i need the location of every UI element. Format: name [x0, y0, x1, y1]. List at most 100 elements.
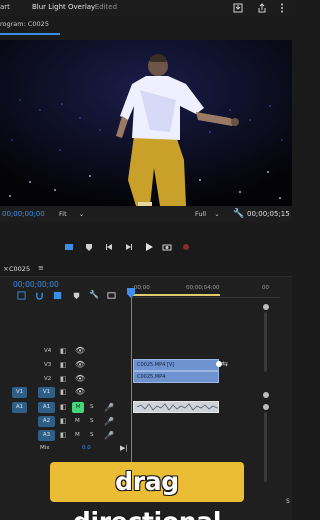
camera-icon[interactable] [162, 242, 172, 252]
project-title: Blur Light Overlay [32, 3, 96, 11]
eye-icon[interactable]: 👁 [75, 387, 85, 396]
solo-button[interactable]: S [90, 432, 94, 438]
track-row-mix: Mix 0.0 ▶| [0, 443, 128, 455]
ruler-tick: 00 [262, 285, 269, 291]
zoom-fit-value: Fit [59, 210, 67, 218]
wrench-icon[interactable]: 🔧 [89, 290, 99, 299]
more-vertical-icon[interactable] [276, 2, 288, 14]
vertical-scrollbar[interactable] [264, 312, 267, 372]
sync-lock-icon[interactable]: ◧ [60, 417, 67, 425]
sync-lock-icon[interactable]: ◧ [60, 403, 67, 411]
trim-cursor-icon: ⇆ [222, 360, 228, 368]
mix-value[interactable]: 0.0 [82, 445, 91, 451]
program-video-frame[interactable] [0, 40, 292, 206]
menu-icon[interactable]: ≡ [38, 264, 44, 272]
duration-timecode: 00;00;05;15 [247, 210, 290, 218]
scroll-knob[interactable] [263, 392, 269, 398]
chevron-down-icon: ⌄ [78, 210, 85, 218]
program-monitor-tab[interactable]: rogram: C0025 [0, 20, 49, 32]
linked-selection-icon[interactable] [53, 291, 62, 300]
step-forward-icon[interactable] [124, 242, 134, 252]
track-label[interactable]: V2 [44, 376, 51, 382]
right-edge-letter: S [286, 498, 290, 505]
track-row-v4: V4 ◧ 👁 [0, 346, 128, 358]
source-patch-v1[interactable]: V1 [12, 387, 27, 398]
solo-button[interactable]: S [90, 418, 94, 424]
audio-waveform [136, 403, 218, 411]
film-icon[interactable]: ◧ [60, 347, 67, 355]
go-to-end-icon[interactable]: ▶| [120, 444, 128, 452]
track-label[interactable]: A3 [38, 430, 55, 441]
track-row-v1: V1 V1 ◧ 👁 [0, 387, 128, 399]
video-clip[interactable]: C0025.MP4 [133, 371, 219, 383]
mute-button[interactable]: M [75, 418, 80, 424]
step-back-icon[interactable] [104, 242, 114, 252]
magnet-icon[interactable] [35, 291, 44, 300]
quality-value: Full [195, 210, 207, 218]
sync-lock-icon[interactable]: ◧ [60, 431, 67, 439]
scroll-knob[interactable] [263, 404, 269, 410]
source-patch-a1[interactable]: A1 [12, 402, 27, 413]
timeline-timecode[interactable]: 00;00;00;00 [13, 280, 59, 289]
clip-label: C0025.MP4 [137, 374, 166, 380]
caption-overlay: drag directional [50, 462, 244, 520]
eye-icon[interactable]: 👁 [75, 346, 85, 355]
current-timecode[interactable]: 00;00;00;00 [2, 210, 45, 218]
wrench-icon[interactable]: 🔧 [233, 209, 244, 219]
track-row-a1: A1 A1 ◧ M S 🎤 [0, 402, 128, 414]
track-row-a3: A3 ◧ M S 🎤 [0, 430, 128, 442]
transport-controls [0, 238, 292, 258]
chevron-down-icon: ⌄ [214, 210, 220, 218]
edited-status: - Edited [90, 3, 118, 11]
zoom-fit-select[interactable]: Fit ⌄ [59, 210, 84, 218]
insert-icon[interactable] [64, 242, 74, 252]
play-icon[interactable] [144, 242, 154, 252]
record-icon[interactable] [181, 242, 191, 252]
captions-icon[interactable] [107, 291, 116, 300]
track-row-v3: V3 ◧ 👁 [0, 360, 128, 372]
audio-clip[interactable] [133, 401, 219, 413]
solo-button[interactable]: S [90, 404, 94, 410]
add-marker-icon[interactable] [72, 291, 81, 300]
scroll-knob[interactable] [263, 304, 269, 310]
workspace-tab-fragment[interactable]: art [0, 3, 10, 11]
vertical-scrollbar[interactable] [264, 412, 267, 482]
quality-select[interactable]: Full ⌄ [195, 210, 220, 218]
mute-button[interactable]: M [72, 402, 84, 413]
monitor-controls-bar: 00;00;00;00 Fit ⌄ Full ⌄ 🔧 00;00;05;15 [0, 207, 292, 221]
ruler-tick: 00;00;04;00 [186, 285, 220, 291]
microphone-icon[interactable]: 🎤 [104, 431, 114, 440]
eye-icon[interactable]: 👁 [75, 360, 85, 369]
playhead-line[interactable] [131, 288, 132, 474]
track-label[interactable]: V1 [38, 387, 55, 398]
microphone-icon[interactable]: 🎤 [104, 417, 114, 426]
caption-text: drag directional [73, 467, 222, 520]
track-label[interactable]: V3 [44, 362, 51, 368]
track-row-v2: V2 ◧ 👁 [0, 374, 128, 386]
film-icon[interactable]: ◧ [60, 375, 67, 383]
time-ruler[interactable]: ;00;00 00;00;04;00 00 [130, 282, 280, 298]
export-icon[interactable] [232, 2, 244, 14]
video-still-image [0, 40, 292, 206]
app-header: art Blur Light Overlay - Edited [0, 0, 292, 16]
clip-label: C0025.MP4 [V] [137, 362, 175, 368]
microphone-icon[interactable]: 🎤 [104, 403, 114, 412]
active-tab-underline [0, 33, 60, 35]
film-icon[interactable]: ◧ [60, 388, 67, 396]
track-label[interactable]: A2 [38, 416, 55, 427]
track-row-a2: A2 ◧ M S 🎤 [0, 416, 128, 428]
eye-icon[interactable]: 👁 [75, 374, 85, 383]
video-clip[interactable]: C0025.MP4 [V] [133, 359, 219, 371]
mute-button[interactable]: M [75, 432, 80, 438]
close-icon[interactable]: × [3, 265, 9, 273]
nest-icon[interactable] [17, 291, 26, 300]
share-icon[interactable] [256, 2, 268, 14]
mix-label: Mix [40, 445, 50, 451]
track-label[interactable]: A1 [38, 402, 55, 413]
work-area-bar[interactable] [130, 294, 220, 296]
marker-icon[interactable] [84, 242, 94, 252]
program-tab-label: rogram: C0025 [0, 20, 49, 28]
film-icon[interactable]: ◧ [60, 361, 67, 369]
sequence-tab[interactable]: C0025 [9, 265, 30, 273]
track-label[interactable]: V4 [44, 348, 51, 354]
